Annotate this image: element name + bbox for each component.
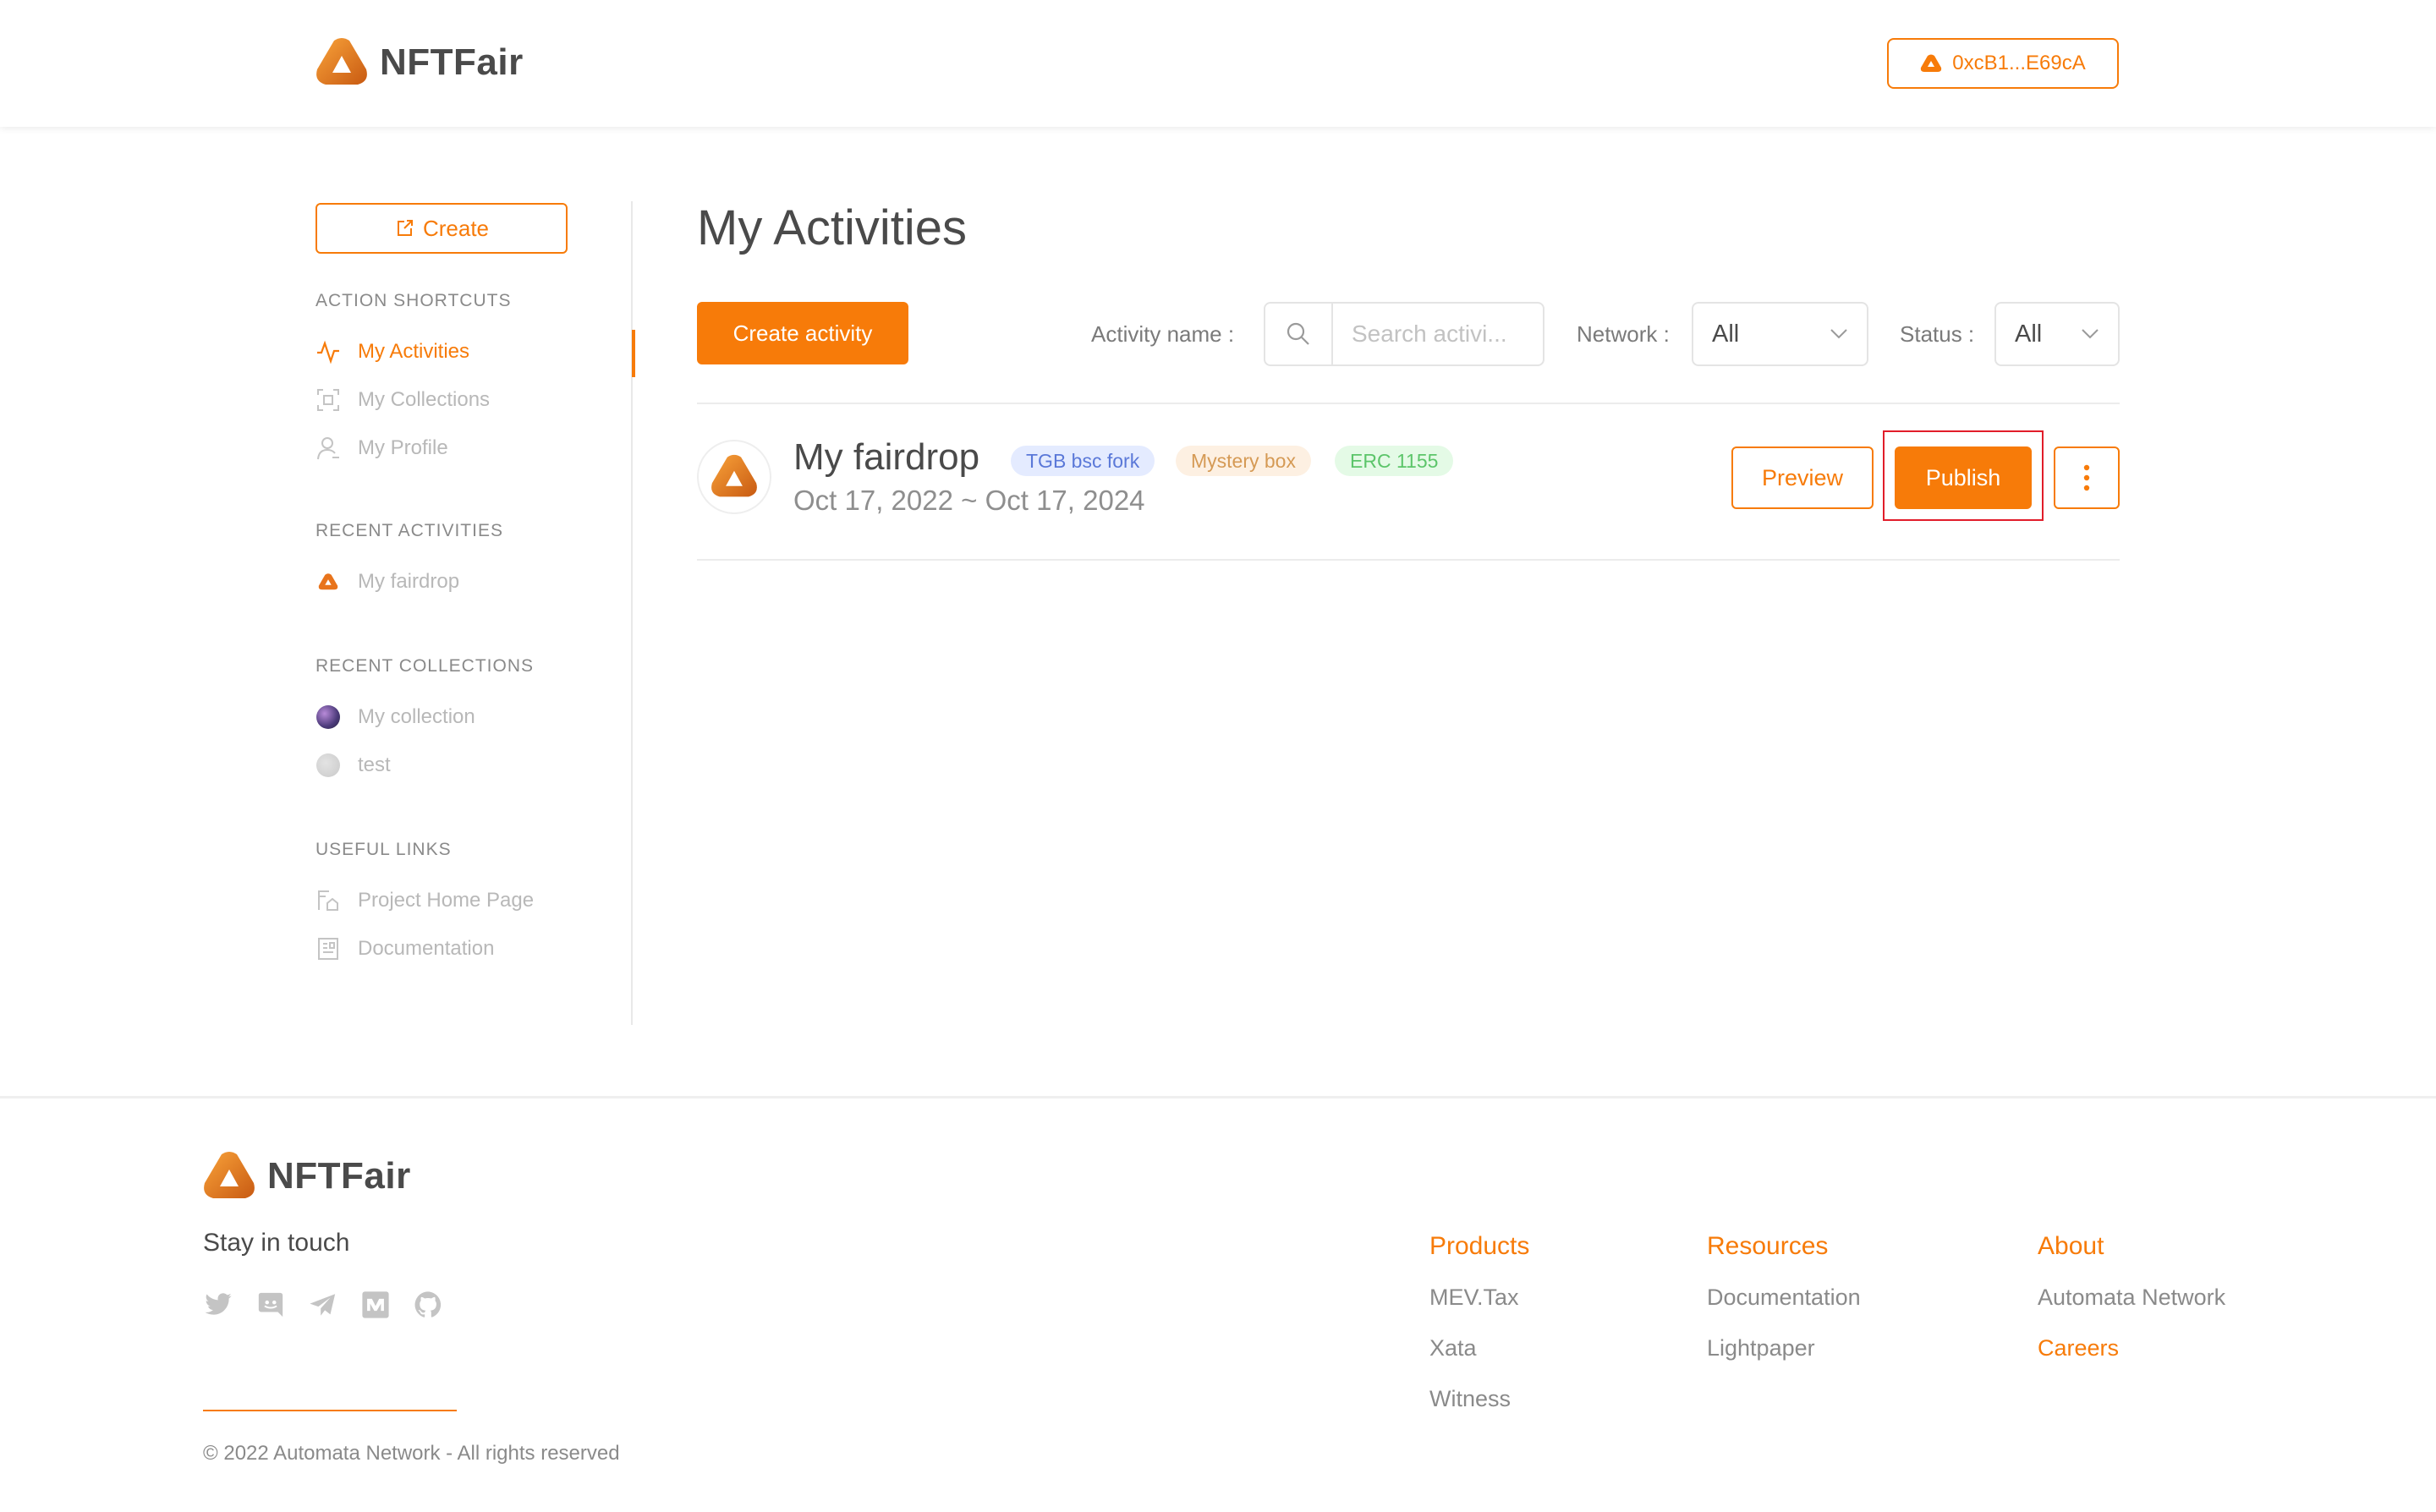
footer-nftfair-logo[interactable]: NFTFair <box>203 1151 411 1202</box>
wallet-address: 0xcB1...E69cA <box>1952 52 2086 74</box>
documentation-icon <box>315 936 341 961</box>
stay-in-touch: Stay in touch <box>203 1229 350 1257</box>
activity-name[interactable]: My fairdrop <box>793 436 979 479</box>
fairdrop-logo-icon <box>711 454 757 497</box>
activity-search-input[interactable] <box>1333 320 1536 348</box>
footer-link-xata[interactable]: Xata <box>1429 1335 1529 1361</box>
social-links <box>203 1290 443 1320</box>
brand-name: NFTFair <box>267 1155 411 1197</box>
create-button[interactable]: Create <box>315 203 568 254</box>
tag-standard: ERC 1155 <box>1335 446 1454 476</box>
status-select-value: All <box>2015 320 2043 348</box>
activity-search-box <box>1264 302 1544 366</box>
sidebar-item-label: My Collections <box>358 388 491 411</box>
twitter-icon[interactable] <box>203 1290 233 1320</box>
footer-column-title: Resources <box>1707 1232 1829 1260</box>
create-label: Create <box>422 215 490 241</box>
link-documentation[interactable]: Documentation <box>315 932 633 966</box>
telegram-icon[interactable] <box>308 1290 338 1320</box>
status-select[interactable]: All <box>1994 302 2120 366</box>
nftfair-logo[interactable]: NFTFair <box>315 37 524 88</box>
sidebar-item-label: My Activities <box>358 340 470 363</box>
divider <box>697 559 2120 561</box>
nftfair-logo-icon <box>316 38 367 85</box>
copyright: © 2022 Automata Network - All rights res… <box>203 1442 620 1465</box>
home-page-icon <box>315 888 341 913</box>
page-title: My Activities <box>697 200 968 255</box>
activity-logo <box>697 440 771 514</box>
section-title-shortcuts: ACTION SHORTCUTS <box>315 291 512 310</box>
network-select[interactable]: All <box>1692 302 1868 366</box>
collection-avatar <box>316 705 340 729</box>
profile-icon <box>315 436 341 461</box>
footer-column-about: About Automata Network Careers <box>2038 1232 2225 1386</box>
more-vertical-icon <box>2083 464 2090 491</box>
footer-column-title: About <box>2038 1232 2104 1260</box>
footer-link-automata-network[interactable]: Automata Network <box>2038 1285 2225 1310</box>
link-label: Project Home Page <box>358 889 535 912</box>
status-label: Status : <box>1900 321 1975 347</box>
section-title-recent-collections: RECENT COLLECTIONS <box>315 656 534 676</box>
chevron-down-icon <box>1830 329 1847 339</box>
chevron-down-icon <box>2082 329 2099 339</box>
footer-column-resources: Resources Documentation Lightpaper <box>1707 1232 1861 1386</box>
sidebar: Create ACTION SHORTCUTS My Activities My… <box>315 201 635 1025</box>
preview-button[interactable]: Preview <box>1731 446 1874 509</box>
wallet-address-button[interactable]: 0xcB1...E69cA <box>1887 38 2119 89</box>
recent-collection-label: test <box>358 753 391 776</box>
nftfair-logo-icon <box>204 1152 255 1198</box>
brand-name: NFTFair <box>380 41 524 83</box>
network-logo-icon <box>1921 54 1942 72</box>
footer-link-witness[interactable]: Witness <box>1429 1386 1529 1411</box>
link-label: Documentation <box>358 937 495 960</box>
discord-icon[interactable] <box>255 1290 286 1320</box>
recent-collection-test[interactable]: test <box>315 748 633 782</box>
footer-link-lightpaper[interactable]: Lightpaper <box>1707 1335 1861 1361</box>
network-label: Network : <box>1577 321 1670 347</box>
sidebar-item-my-activities[interactable]: My Activities <box>315 330 635 377</box>
create-activity-button[interactable]: Create activity <box>697 302 908 364</box>
sidebar-item-my-collections[interactable]: My Collections <box>315 383 633 417</box>
footer-accent-line <box>203 1410 457 1411</box>
footer-link-documentation[interactable]: Documentation <box>1707 1285 1861 1310</box>
footer-column-title: Products <box>1429 1232 1530 1260</box>
top-header: NFTFair 0xcB1...E69cA <box>0 0 2436 127</box>
footer: NFTFair Stay in touch © 2022 Automata Ne… <box>0 1096 2436 1512</box>
divider <box>697 403 2120 404</box>
recent-activity-label: My fairdrop <box>358 570 460 593</box>
more-options-button[interactable] <box>2054 446 2120 509</box>
fairdrop-logo-icon <box>315 569 341 594</box>
footer-link-mev-tax[interactable]: MEV.Tax <box>1429 1285 1529 1310</box>
publish-button[interactable]: Publish <box>1895 446 2032 509</box>
tag-type: Mystery box <box>1176 446 1311 476</box>
collections-icon <box>315 387 341 413</box>
section-title-recent-activities: RECENT ACTIVITIES <box>315 521 503 540</box>
recent-activity-my-fairdrop[interactable]: My fairdrop <box>315 565 633 599</box>
section-title-useful-links: USEFUL LINKS <box>315 840 452 859</box>
tag-network: TGB bsc fork <box>1011 446 1155 476</box>
activity-dates: Oct 17, 2022 ~ Oct 17, 2024 <box>793 485 1145 516</box>
sidebar-item-label: My Profile <box>358 436 448 459</box>
sidebar-item-my-profile[interactable]: My Profile <box>315 431 633 465</box>
collection-avatar <box>316 753 340 777</box>
recent-collection-my-collection[interactable]: My collection <box>315 700 633 734</box>
network-select-value: All <box>1712 320 1740 348</box>
recent-collection-label: My collection <box>358 705 475 728</box>
medium-icon[interactable] <box>360 1290 391 1320</box>
create-icon <box>397 220 413 236</box>
activity-icon <box>315 339 341 364</box>
search-icon[interactable] <box>1265 304 1333 364</box>
github-icon[interactable] <box>413 1290 443 1320</box>
activity-name-label: Activity name : <box>1091 321 1235 347</box>
footer-link-careers[interactable]: Careers <box>2038 1335 2225 1361</box>
link-project-home-page[interactable]: Project Home Page <box>315 884 633 918</box>
footer-column-products: Products MEV.Tax Xata Witness <box>1429 1232 1529 1437</box>
